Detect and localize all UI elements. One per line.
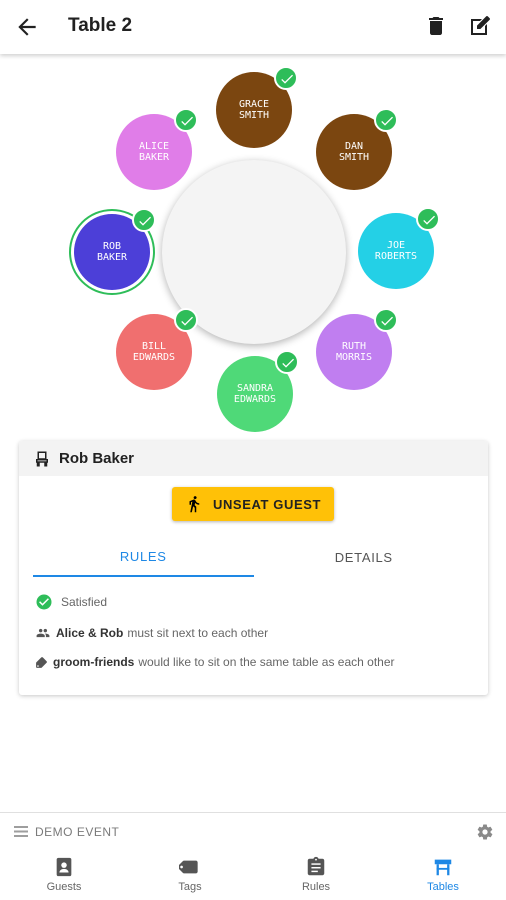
seat-grace-smith[interactable]: GRACE SMITH: [216, 66, 298, 148]
status-row: Satisfied: [35, 593, 107, 611]
rule-subject: groom-friends: [53, 655, 135, 669]
seat-label: ALICE BAKER: [138, 141, 170, 163]
seat-label: DAN SMITH: [338, 141, 370, 163]
seat-label: GRACE SMITH: [238, 99, 270, 121]
clipboard-icon: [307, 856, 325, 876]
table-icon: [434, 859, 452, 876]
unseat-guest-label: UNSEAT GUEST: [212, 496, 322, 512]
tag-icon: [36, 656, 47, 668]
seat-sandra-edwards[interactable]: SANDRA EDWARDS: [217, 350, 299, 432]
check-icon: [174, 308, 198, 332]
seat-label: SANDRA EDWARDS: [233, 383, 277, 405]
check-icon: [274, 66, 298, 90]
seat-ruth-morris[interactable]: RUTH MORRIS: [316, 308, 398, 390]
nav-label: Rules: [301, 881, 331, 893]
delete-icon[interactable]: [424, 14, 448, 38]
guest-name: Rob Baker: [59, 450, 135, 467]
page-title: Table 2: [68, 15, 133, 36]
rule-subject: Alice & Rob: [56, 626, 124, 640]
rule-row: groom-friends would like to sit on the s…: [35, 655, 395, 669]
guest-tabs: RULES DETAILS: [33, 537, 474, 577]
guest-card: Rob Baker UNSEAT GUEST RULES DETAILS Sat…: [19, 441, 488, 695]
bottom-nav: Guests Tags Rules Tables: [0, 848, 506, 900]
back-arrow-icon[interactable]: [14, 14, 40, 40]
nav-label: Tables: [427, 881, 459, 893]
nav-tags[interactable]: Tags: [150, 848, 230, 900]
table-layout: GRACE SMITH DAN SMITH ALICE BAKER ROB BA…: [0, 54, 506, 440]
chair-icon: [36, 451, 48, 466]
seat-alice-baker[interactable]: ALICE BAKER: [116, 108, 198, 190]
rule-text: would like to sit on the same table as e…: [138, 655, 395, 669]
seat-rob-baker[interactable]: ROB BAKER: [74, 208, 156, 290]
nav-rules[interactable]: Rules: [276, 848, 356, 900]
event-bar: DEMO EVENT: [0, 812, 506, 848]
list-icon: [14, 826, 28, 837]
seat-label: ROB BAKER: [96, 241, 128, 263]
unseat-guest-button[interactable]: UNSEAT GUEST: [172, 487, 334, 521]
rule-row: Alice & Rob must sit next to each other: [35, 626, 268, 640]
status-text: Satisfied: [61, 595, 108, 609]
seat-label: JOE ROBERTS: [374, 240, 418, 262]
seat-label: BILL EDWARDS: [132, 341, 176, 363]
gear-icon[interactable]: [476, 823, 494, 841]
nav-tables[interactable]: Tables: [403, 848, 483, 900]
check-icon: [416, 207, 440, 231]
people-icon: [36, 628, 50, 638]
tag-icon: [179, 860, 198, 874]
walking-person-icon: [189, 496, 200, 513]
nav-label: Guests: [46, 881, 82, 893]
event-name: DEMO EVENT: [35, 825, 120, 839]
check-icon: [374, 108, 398, 132]
seat-joe-roberts[interactable]: JOE ROBERTS: [358, 207, 440, 289]
check-icon: [275, 350, 299, 374]
check-icon: [174, 108, 198, 132]
check-circle-icon: [36, 594, 52, 610]
seat-bill-edwards[interactable]: BILL EDWARDS: [116, 308, 198, 390]
edit-icon[interactable]: [468, 14, 492, 38]
seat-label: RUTH MORRIS: [335, 341, 373, 363]
rule-text: must sit next to each other: [127, 626, 269, 640]
seat-dan-smith[interactable]: DAN SMITH: [316, 108, 398, 190]
guest-card-header: Rob Baker: [19, 441, 488, 476]
app-bar: Table 2: [0, 0, 506, 54]
check-icon: [132, 208, 156, 232]
nav-guests[interactable]: Guests: [24, 848, 104, 900]
check-icon: [374, 308, 398, 332]
tab-details[interactable]: DETAILS: [254, 537, 475, 577]
guests-icon: [56, 857, 72, 877]
tab-rules[interactable]: RULES: [33, 537, 254, 577]
nav-label: Tags: [178, 881, 202, 893]
